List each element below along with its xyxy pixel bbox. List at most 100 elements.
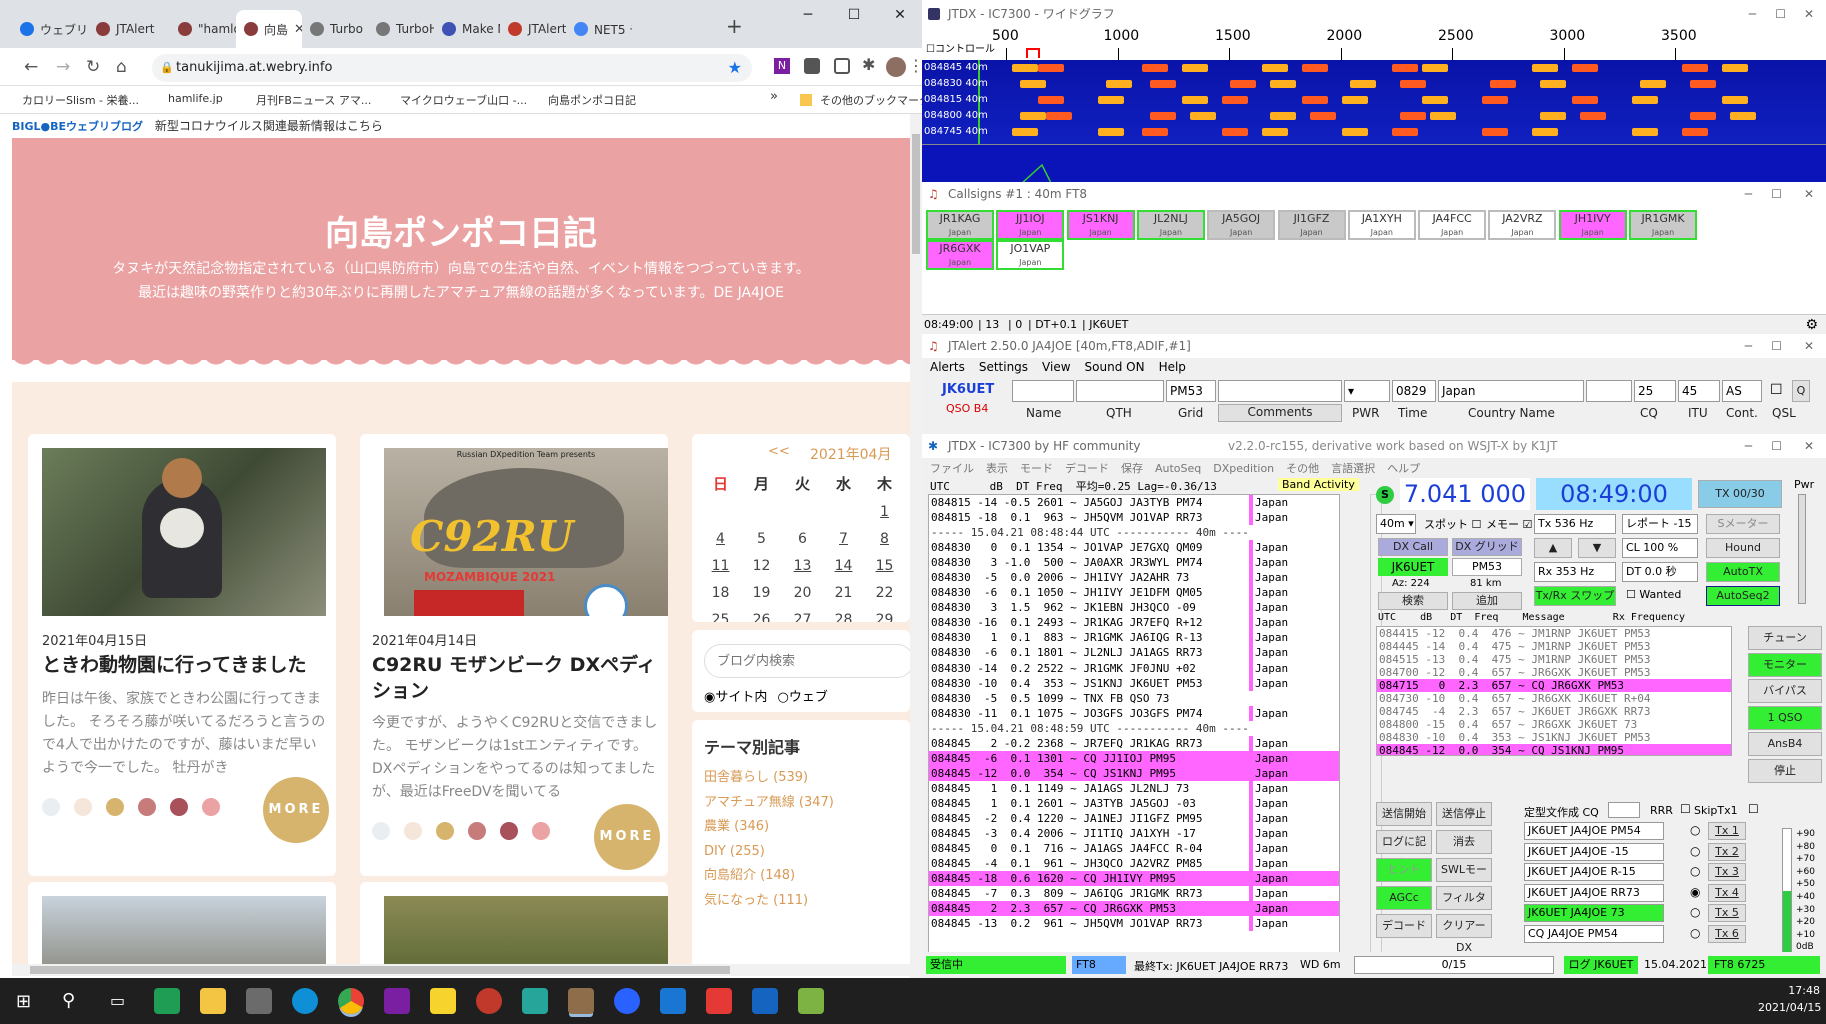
wanted-checkbox[interactable]: ☐ Wanted xyxy=(1626,588,1681,601)
tx-message-field[interactable]: JK6UET JA4JOE RR73 xyxy=(1524,883,1664,902)
decode-line[interactable]: 084830 0 0.1 1354 ~ JO1VAP JE7GXQ QM09 Ja… xyxy=(929,540,1339,556)
action-button[interactable]: クリアーDX xyxy=(1436,914,1492,954)
decode-line[interactable]: 084830 3 -1.0 500 ~ JA0AXR JR3WYL PM74 Ja… xyxy=(929,555,1339,571)
jtdx-menu-item[interactable]: モード xyxy=(1020,462,1053,475)
decode-line[interactable]: 084845 1 0.1 2601 ~ JA3TYB JA5GOJ -03 Jap… xyxy=(929,795,1339,811)
more-button[interactable]: MORE xyxy=(594,804,660,870)
control-button[interactable]: チューン xyxy=(1748,626,1822,650)
post-title[interactable]: C92RU モザンビーク DXペディション xyxy=(372,652,662,704)
rx-decode-line[interactable]: 084800 -15 0.4 657 ~ JR6GXK JK6UET 73 xyxy=(1377,718,1731,731)
chrome-icon[interactable] xyxy=(338,988,364,1014)
action-button[interactable]: SWLモード xyxy=(1436,858,1492,898)
puzzle-extensions-icon[interactable]: ✱ xyxy=(862,55,875,74)
rx-frequency-list[interactable]: 084415 -12 0.4 476 ~ JM1RNP JK6UET PM53 0… xyxy=(1376,626,1732,756)
horizontal-scrollbar[interactable] xyxy=(12,964,910,976)
country-field[interactable]: Japan xyxy=(1438,380,1584,402)
tx-radio[interactable]: ○ xyxy=(1690,905,1700,919)
maximize-button[interactable]: ☐ xyxy=(1771,182,1782,206)
control-button[interactable]: モニター xyxy=(1748,652,1822,677)
bookmark-star-icon[interactable]: ★ xyxy=(728,54,742,82)
hound-button[interactable]: Hound xyxy=(1706,538,1780,558)
decode-line[interactable]: 084845 0 0.1 716 ~ JA1AGS JA4FCC R-04 Jap… xyxy=(929,841,1339,857)
callsign-tile[interactable]: JL2NLJ Japan xyxy=(1136,210,1205,240)
tx-frequency-spinbox[interactable]: Tx 536 Hz xyxy=(1534,514,1616,534)
time-field[interactable]: 0829 xyxy=(1392,380,1436,402)
qsl-checkbox[interactable]: ☐ xyxy=(1770,382,1783,398)
action-button[interactable]: AGCc xyxy=(1376,886,1432,910)
decode-line[interactable]: 084845 -4 0.1 961 ~ JH3QCO JA2VRZ PM85 Ja… xyxy=(929,856,1339,872)
browser-tab[interactable]: ウェブリブ xyxy=(12,10,88,48)
rx-decode-line[interactable]: 084745 -4 2.3 657 ~ JK6UET JR6GXK RR73 xyxy=(1377,705,1731,718)
cq-field[interactable]: 25 xyxy=(1634,380,1676,402)
close-button[interactable]: ✕ xyxy=(1804,434,1814,458)
sticky-notes-icon[interactable] xyxy=(430,988,456,1014)
calendar-day[interactable]: 11 xyxy=(700,552,741,579)
back-icon[interactable]: ← xyxy=(24,57,38,77)
radio-app-icon[interactable] xyxy=(476,988,502,1014)
calendar-day[interactable]: 4 xyxy=(700,525,741,552)
action-button[interactable]: フィルター xyxy=(1436,886,1492,926)
jtalert-taskbar-icon[interactable] xyxy=(706,988,732,1014)
rx-decode-line[interactable]: 084445 -14 0.4 475 ~ JM1RNP JK6UET PM53 xyxy=(1377,640,1731,653)
search-icon[interactable]: ⚲ xyxy=(62,990,75,1011)
cl-spinbox[interactable]: CL 100 % xyxy=(1622,538,1698,558)
jtalert-menu-item[interactable]: Alerts xyxy=(930,360,965,374)
decode-line[interactable]: 084830 -5 0.5 1099 ~ TNX FB QSO 73 xyxy=(929,691,1339,706)
calendar-day[interactable]: 13 xyxy=(782,552,823,579)
name-field[interactable] xyxy=(1012,380,1074,402)
band-select[interactable]: 40m ▾ xyxy=(1376,514,1416,534)
bookmark-item[interactable]: hamlife.jp xyxy=(168,92,223,105)
decode-line[interactable]: 084845 -13 0.2 961 ~ JH5QVM JO1VAP RR73 J… xyxy=(929,916,1339,932)
window-app-icon[interactable] xyxy=(568,988,594,1014)
tx-radio[interactable]: ◉ xyxy=(1690,885,1700,899)
jtdx-menu-item[interactable]: AutoSeq xyxy=(1155,462,1201,475)
misc-app-icon[interactable] xyxy=(798,988,824,1014)
decode-line[interactable]: 084845 -18 0.6 1620 ~ CQ JH1IVY PM95 Japa… xyxy=(929,871,1339,887)
tx-radio[interactable]: ○ xyxy=(1690,823,1700,837)
tx-message-field[interactable]: CQ JA4JOE PM54 xyxy=(1524,924,1664,943)
home-icon[interactable]: ⌂ xyxy=(116,57,127,77)
control-button[interactable]: 1 QSO xyxy=(1748,705,1822,730)
action-button[interactable]: ログに記録 xyxy=(1376,830,1432,870)
smeter-button[interactable]: Sメーター xyxy=(1706,514,1780,534)
close-window-button[interactable]: ✕ xyxy=(877,0,922,30)
grid-field[interactable]: PM53 xyxy=(1166,380,1216,402)
autotx-button[interactable]: AutoTX xyxy=(1706,562,1780,582)
decode-line[interactable]: 084845 -7 0.3 809 ~ JA6IQG JR1GMK RR73 Ja… xyxy=(929,886,1339,902)
blog-search-input[interactable] xyxy=(704,644,910,678)
decode-line[interactable]: 084830 -11 0.1 1075 ~ JO3GFS JO3GFS PM74… xyxy=(929,705,1339,721)
jtdx-menu-item[interactable]: デコード xyxy=(1065,462,1109,475)
bookmark-item[interactable]: 向島ポンポコ日記 xyxy=(548,92,636,108)
add-button[interactable]: 追加 xyxy=(1452,592,1522,610)
minimize-button[interactable]: ─ xyxy=(785,0,831,30)
dial-frequency[interactable]: 7.041 000 xyxy=(1400,478,1530,510)
q-button[interactable]: Q xyxy=(1792,380,1810,402)
bookmarks-overflow-icon[interactable]: » xyxy=(770,89,778,104)
minimize-button[interactable]: ─ xyxy=(1745,334,1752,358)
decode-line[interactable]: 084845 2 -0.2 2368 ~ JR7EFQ JR1KAG RR73 J… xyxy=(929,735,1339,751)
autoseq2-button[interactable]: AutoSeq2 xyxy=(1706,586,1780,606)
decode-line[interactable]: 084815 -14 -0.5 2601 ~ JA5GOJ JA3TYB PM7… xyxy=(929,495,1339,511)
rx-decode-line[interactable]: 084845 -12 0.0 354 ~ CQ JS1KNJ PM95 xyxy=(1377,744,1731,755)
decode-line[interactable]: 084830 -14 0.2 2522 ~ JR1GMK JF0JNU +02 J… xyxy=(929,660,1339,676)
decode-line[interactable]: 084830 -6 0.1 1050 ~ JH1IVY JE1DFM QM05 J… xyxy=(929,585,1339,601)
photos-icon[interactable] xyxy=(752,988,778,1014)
post-title[interactable]: ときわ動物園に行ってきました xyxy=(42,652,326,678)
jtalert-callsign[interactable]: JK6UET xyxy=(942,382,994,397)
post-image-monkey[interactable] xyxy=(42,448,326,616)
waterfall[interactable]: 084845 40m 084830 40m 084815 40m 084800 40m… xyxy=(922,60,1826,144)
radio-site[interactable]: ◉ xyxy=(704,690,715,705)
post-card-2[interactable]: Russian DXpedition Team presents C92RU M… xyxy=(360,434,668,876)
action-button[interactable]: 消去 xyxy=(1436,830,1492,854)
calendar-day[interactable]: 7 xyxy=(823,525,864,552)
txrx-swap-button[interactable]: Tx/Rx スワップ xyxy=(1534,586,1616,606)
jtalert-menu-item[interactable]: Help xyxy=(1159,360,1186,374)
decode-line[interactable]: 084830 -6 0.1 1801 ~ JL2NLJ JA1AGS RR73 J… xyxy=(929,645,1339,661)
address-bar[interactable]: 🔒 tanukijima.at.webry.info ★ xyxy=(152,54,752,82)
decode-line[interactable]: 084830 3 1.5 962 ~ JK1EBN JH3QCO -09 Japa… xyxy=(929,600,1339,616)
rx-decode-line[interactable]: 084830 -10 0.4 353 ~ JS1KNJ JK6UET PM53 xyxy=(1377,731,1731,744)
tx-button[interactable]: Tx 2 xyxy=(1708,842,1746,861)
post-image-c92ru[interactable]: Russian DXpedition Team presents C92RU M… xyxy=(384,448,668,616)
action-button[interactable]: 送信停止 xyxy=(1436,802,1492,826)
callsign-tile[interactable]: JR6GXK Japan xyxy=(926,240,994,270)
